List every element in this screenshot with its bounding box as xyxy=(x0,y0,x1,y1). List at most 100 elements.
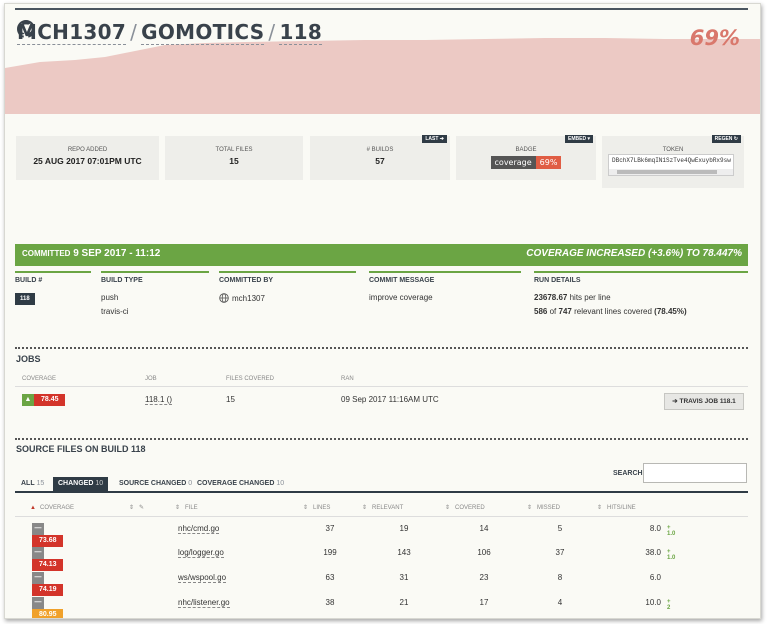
sort-icon[interactable]: ⇕ xyxy=(597,504,602,511)
sort-icon[interactable]: ⇕ xyxy=(129,504,134,511)
scrollbar-thumb[interactable] xyxy=(617,170,717,174)
minus-icon: — xyxy=(32,572,44,584)
commit-message-column: COMMIT MESSAGE improve coverage xyxy=(369,271,521,302)
file-lines: 63 xyxy=(325,573,335,582)
embed-badge-button[interactable]: EMBED ▾ xyxy=(565,135,593,143)
files-header-file[interactable]: FILE xyxy=(185,505,198,511)
coverage-history-header: MCH1307/GOMOTICS/118 69% xyxy=(5,10,760,114)
path-separator: / xyxy=(268,20,276,44)
file-covered: 17 xyxy=(479,598,489,607)
file-coverage-badge: —80.95 xyxy=(32,597,63,618)
committer-name[interactable]: mch1307 xyxy=(232,294,265,303)
file-hits-per-line: 38.0 xyxy=(645,548,661,557)
tab-all[interactable]: ALL 15 xyxy=(16,477,49,491)
tab-changed[interactable]: CHANGED 10 xyxy=(53,477,109,491)
pencil-icon: ✎ xyxy=(139,505,145,511)
hits-delta: + 1.0 xyxy=(667,525,676,537)
stat-builds: LAST ➔ # BUILDS 57 xyxy=(310,135,450,180)
column-header: BUILD # xyxy=(15,277,43,284)
job-files-covered: 15 xyxy=(226,395,235,404)
repo-name-link[interactable]: GOMOTICS xyxy=(141,20,265,45)
regen-token-button[interactable]: REGEN ↻ xyxy=(711,135,741,143)
arrow-up-icon: ▲ xyxy=(22,394,34,406)
files-header-rule xyxy=(15,516,748,517)
jobs-header-ran: RAN xyxy=(341,376,354,382)
globe-icon xyxy=(219,293,229,303)
commit-bar: COMMITTED 9 SEP 2017 - 11:12 COVERAGE IN… xyxy=(15,244,748,266)
stat-label: TOTAL FILES xyxy=(215,147,253,153)
files-header-hits[interactable]: HITS/LINE xyxy=(607,505,636,511)
committed-by-column: COMMITTED BY mch1307 xyxy=(219,271,356,303)
last-build-button[interactable]: LAST ➔ xyxy=(422,135,447,143)
section-divider xyxy=(15,438,748,440)
stat-total-files: TOTAL FILES 15 xyxy=(165,136,303,180)
stat-label: # BUILDS xyxy=(366,147,394,153)
section-divider xyxy=(15,347,748,349)
token-scrollbar[interactable] xyxy=(609,169,733,175)
sort-icon[interactable]: ⇕ xyxy=(175,504,180,511)
stat-badge: EMBED ▾ BADGE coverage 69% xyxy=(456,135,596,180)
job-link[interactable]: 118.1 () xyxy=(145,395,172,405)
stat-label: BADGE xyxy=(515,147,537,153)
job-ran-time: 09 Sep 2017 11:16AM UTC xyxy=(341,395,439,404)
path-separator: / xyxy=(130,20,138,44)
column-header: COMMIT MESSAGE xyxy=(369,277,435,284)
column-header: BUILD TYPE xyxy=(101,277,143,284)
source-files-title: SOURCE FILES ON BUILD 118 xyxy=(16,444,146,454)
badge-left: coverage xyxy=(490,156,536,169)
sort-icon[interactable]: ⇕ xyxy=(445,504,450,511)
file-link[interactable]: ws/wspool.go xyxy=(178,573,227,583)
run-details-column: RUN DETAILS 23678.67 hits per line 586 o… xyxy=(534,271,748,316)
sort-asc-icon[interactable]: ▲ xyxy=(30,505,36,511)
file-link[interactable]: nhc/cmd.go xyxy=(178,524,220,534)
build-number-column: BUILD # 118 xyxy=(15,271,91,305)
column-header: RUN DETAILS xyxy=(534,277,581,284)
hits-delta: + 2 xyxy=(667,599,671,611)
coverage-change: COVERAGE INCREASED (+3.6%) TO 78.447% xyxy=(526,248,742,259)
sort-icon[interactable]: ⇕ xyxy=(527,504,532,511)
file-missed: 37 xyxy=(555,548,565,557)
jobs-header-job: JOB xyxy=(145,376,157,382)
build-service-value: travis-ci xyxy=(101,307,129,316)
files-header-covered[interactable]: COVERED xyxy=(455,505,485,511)
tab-coverage-changed[interactable]: COVERAGE CHANGED 10 xyxy=(192,477,289,491)
column-header: COMMITTED BY xyxy=(219,277,274,284)
coveralls-build-page: MCH1307/GOMOTICS/118 69% REPO ADDED 25 A… xyxy=(4,3,761,619)
file-missed: 5 xyxy=(557,524,563,533)
build-type-value: push xyxy=(101,293,119,302)
coverage-percentage: 69% xyxy=(689,26,740,50)
sort-icon[interactable]: ⇕ xyxy=(362,504,367,511)
build-number-badge: 118 xyxy=(15,293,35,305)
file-coverage-badge: —74.19 xyxy=(32,572,63,596)
commit-date: COMMITTED 9 SEP 2017 - 11:12 xyxy=(22,248,161,259)
search-label: SEARCH: xyxy=(613,470,645,477)
file-link[interactable]: nhc/listener.go xyxy=(178,598,230,608)
file-link[interactable]: log/logger.go xyxy=(178,548,224,558)
jobs-header-files: FILES COVERED xyxy=(226,376,275,382)
files-header-lines[interactable]: LINES xyxy=(313,505,330,511)
file-coverage-badge: —74.13 xyxy=(32,547,63,571)
files-header-relevant[interactable]: RELEVANT xyxy=(372,505,403,511)
file-missed: 8 xyxy=(557,573,563,582)
token-field[interactable]: DBchX7LBk6mqIN1SzTve4QwExuybRx9sw xyxy=(608,154,734,176)
build-number-link[interactable]: 118 xyxy=(279,20,323,45)
files-header-missed[interactable]: MISSED xyxy=(537,505,560,511)
travis-job-button[interactable]: ➔ TRAVIS JOB 118.1 xyxy=(664,393,744,410)
tabs-underline xyxy=(15,491,748,493)
tab-source-changed[interactable]: SOURCE CHANGED 0 xyxy=(114,477,197,491)
stat-label: REPO ADDED xyxy=(67,147,108,153)
relevant-lines: 586 of 747 relevant lines covered (78.45… xyxy=(534,307,687,316)
file-relevant: 143 xyxy=(397,548,411,557)
stat-label: TOKEN xyxy=(662,147,684,153)
sort-icon[interactable]: ⇕ xyxy=(303,504,308,511)
search-input[interactable] xyxy=(643,463,747,483)
job-coverage-badge: ▲ 78.45 xyxy=(22,394,65,406)
minus-icon: — xyxy=(32,597,44,609)
minus-icon: — xyxy=(32,547,44,559)
file-covered: 106 xyxy=(477,548,491,557)
commit-message: improve coverage xyxy=(369,293,433,302)
files-header-coverage[interactable]: COVERAGE xyxy=(40,505,74,511)
jobs-header-rule xyxy=(15,386,748,387)
repo-title: MCH1307/GOMOTICS/118 xyxy=(17,20,323,45)
file-relevant: 21 xyxy=(399,598,409,607)
